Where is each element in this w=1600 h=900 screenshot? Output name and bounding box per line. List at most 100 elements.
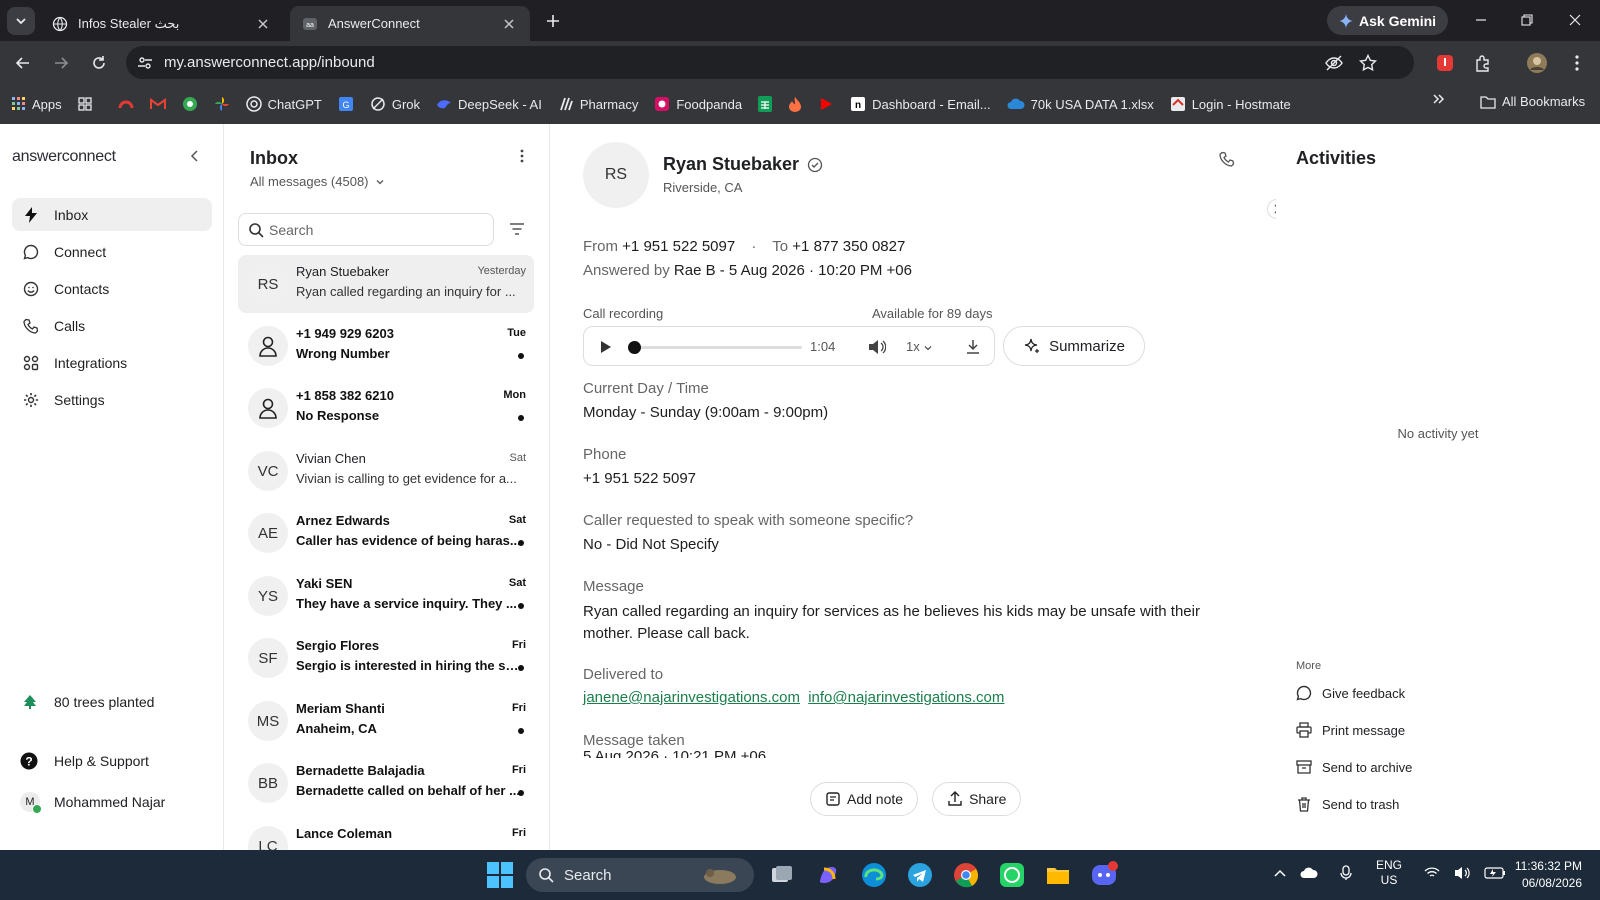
bookmark-grok[interactable]: Grok: [370, 96, 420, 112]
message-row-arnez-edwards[interactable]: AE Arnez Edwards Sat Caller has evidence…: [238, 504, 534, 562]
browser-tab-infos-stealer[interactable]: Infos Stealer بحث: [40, 6, 284, 41]
message-row-lance-coleman[interactable]: LC Lance Coleman Fri: [238, 817, 534, 850]
bookmark-pinwheel[interactable]: [214, 96, 230, 112]
sort-filter-icon[interactable]: [508, 220, 526, 238]
copilot-icon[interactable]: [814, 861, 842, 889]
nav-item-connect[interactable]: Connect: [12, 235, 212, 268]
play-icon[interactable]: [598, 339, 614, 355]
eye-off-icon[interactable]: [1324, 53, 1344, 73]
extension-red-icon[interactable]: [1432, 50, 1458, 76]
message-row-sergio-flores[interactable]: SF Sergio Flores Fri Sergio is intereste…: [238, 629, 534, 687]
system-clock[interactable]: 11:36:32 PM 06/08/2026: [1506, 858, 1582, 892]
message-row-18583826210[interactable]: +1 858 382 6210 Mon No Response: [238, 379, 534, 437]
from-number[interactable]: +1 951 522 5097: [622, 238, 735, 255]
give-feedback-button[interactable]: Give feedback: [1296, 685, 1405, 701]
help-and-support-link[interactable]: ? Help & Support: [20, 752, 149, 770]
browser-tab-answerconnect[interactable]: aa AnswerConnect: [290, 6, 530, 41]
more-bookmarks-chevron-icon[interactable]: [1432, 92, 1446, 106]
download-icon[interactable]: [964, 338, 982, 356]
email-link[interactable]: info@najarinvestigations.com: [808, 689, 1004, 706]
language-indicator[interactable]: ENG US: [1376, 858, 1402, 888]
chrome-icon[interactable]: [952, 861, 980, 889]
bookmark-pharmacy[interactable]: Pharmacy: [558, 96, 638, 112]
playback-speed-select[interactable]: 1x: [906, 339, 933, 354]
address-bar[interactable]: my.answerconnect.app/inbound: [126, 46, 1414, 79]
nav-item-calls[interactable]: Calls: [12, 309, 212, 342]
email-link[interactable]: janene@najarinvestigations.com: [583, 689, 800, 706]
summarize-button[interactable]: Summarize: [1003, 326, 1145, 366]
minimize-window-icon[interactable]: [1468, 8, 1494, 32]
nav-item-settings[interactable]: Settings: [12, 383, 212, 416]
chrome-menu-dots-icon[interactable]: [1564, 50, 1590, 76]
print-message-button[interactable]: Print message: [1296, 722, 1405, 738]
bookmark-green-circle[interactable]: [182, 96, 198, 112]
bookmark-grid[interactable]: [77, 97, 92, 111]
bookmark-apps[interactable]: Apps: [12, 97, 62, 112]
bookmark-login-hostmate[interactable]: Login - Hostmate: [1170, 96, 1291, 112]
playback-scrubber-handle[interactable]: [628, 341, 641, 354]
whatsapp-icon[interactable]: [998, 861, 1026, 889]
share-button[interactable]: Share: [932, 782, 1022, 816]
back-arrow-icon[interactable]: [10, 50, 36, 76]
ask-gemini-button[interactable]: Ask Gemini: [1327, 6, 1449, 35]
volume-icon[interactable]: [868, 338, 886, 356]
volume-icon[interactable]: [1454, 866, 1470, 880]
collapse-sidebar-chevron-icon[interactable]: [186, 148, 202, 164]
bookmark-star-icon[interactable]: [1358, 53, 1378, 73]
message-row-bernadette-balajadia[interactable]: BB Bernadette Balajadia Fri Bernadette c…: [238, 754, 534, 812]
edge-browser-icon[interactable]: [860, 861, 888, 889]
bookmark-red-arc[interactable]: [118, 96, 134, 112]
message-row-meriam-shanti[interactable]: MS Meriam Shanti Fri Anaheim, CA: [238, 692, 534, 750]
file-explorer-icon[interactable]: [1044, 861, 1072, 889]
send-to-archive-button[interactable]: Send to archive: [1296, 759, 1412, 775]
show-hidden-icons-chevron-icon[interactable]: [1274, 869, 1286, 877]
more-vertical-icon[interactable]: [514, 148, 530, 164]
send-to-trash-button[interactable]: Send to trash: [1296, 796, 1399, 812]
field-value-phone[interactable]: +1 951 522 5097: [583, 470, 696, 487]
nav-item-contacts[interactable]: Contacts: [12, 272, 212, 305]
bookmark-gmail[interactable]: [149, 98, 166, 110]
bookmark-fire[interactable]: [788, 96, 802, 112]
trees-planted[interactable]: 80 trees planted: [22, 694, 154, 710]
message-row-yaki-sen[interactable]: YS Yaki SEN Sat They have a service inqu…: [238, 567, 534, 625]
bookmark-dashboard-email[interactable]: n Dashboard - Email...: [850, 96, 991, 112]
microphone-icon[interactable]: [1340, 865, 1352, 881]
reload-icon[interactable]: [86, 50, 112, 76]
new-tab-plus-icon[interactable]: [542, 10, 564, 32]
site-settings-icon[interactable]: [135, 53, 155, 73]
telegram-icon[interactable]: [906, 861, 934, 889]
playback-progress-track[interactable]: [634, 346, 802, 349]
onedrive-cloud-icon[interactable]: [1300, 867, 1318, 879]
message-row-19499296203[interactable]: +1 949 929 6203 Tue Wrong Number: [238, 317, 534, 375]
task-view-icon[interactable]: [768, 861, 796, 889]
nav-item-inbox[interactable]: Inbox: [12, 198, 212, 231]
forward-arrow-icon[interactable]: [48, 50, 74, 76]
taskbar-search[interactable]: Search: [526, 858, 754, 892]
message-row-ryan-stuebaker[interactable]: RS Ryan Stuebaker Yesterday Ryan called …: [238, 255, 534, 313]
add-note-button[interactable]: Add note: [810, 782, 919, 816]
extensions-puzzle-icon[interactable]: [1470, 50, 1496, 76]
bookmark-70k-usa-data[interactable]: 70k USA DATA 1.xlsx: [1007, 97, 1154, 112]
tab-search-dropdown-icon[interactable]: [7, 7, 35, 35]
bookmark-translate[interactable]: G: [338, 96, 354, 112]
answerconnect-logo[interactable]: answerconnect: [12, 148, 116, 166]
user-profile[interactable]: M Mohammed Najar: [20, 792, 165, 814]
bookmark-chatgpt[interactable]: ChatGPT: [245, 96, 322, 112]
close-icon[interactable]: [500, 15, 518, 33]
profile-avatar-icon[interactable]: [1524, 50, 1550, 76]
nav-item-integrations[interactable]: Integrations: [12, 346, 212, 379]
contact-name[interactable]: Ryan Stuebaker: [663, 154, 823, 175]
inbox-search[interactable]: [238, 213, 494, 246]
close-window-icon[interactable]: [1562, 8, 1588, 32]
restore-window-icon[interactable]: [1514, 8, 1540, 32]
bookmark-foodpanda[interactable]: Foodpanda: [654, 96, 742, 112]
bookmark-sheets[interactable]: [758, 96, 773, 112]
discord-icon[interactable]: [1090, 861, 1118, 889]
close-icon[interactable]: [254, 15, 272, 33]
message-row-vivian-chen[interactable]: VC Vivian Chen Sat Vivian is calling to …: [238, 442, 534, 500]
call-phone-icon[interactable]: [1218, 150, 1236, 168]
wifi-icon[interactable]: [1424, 867, 1440, 879]
bookmark-youtube[interactable]: [818, 96, 834, 112]
search-input[interactable]: [269, 221, 469, 238]
all-bookmarks-button[interactable]: All Bookmarks: [1480, 94, 1585, 109]
